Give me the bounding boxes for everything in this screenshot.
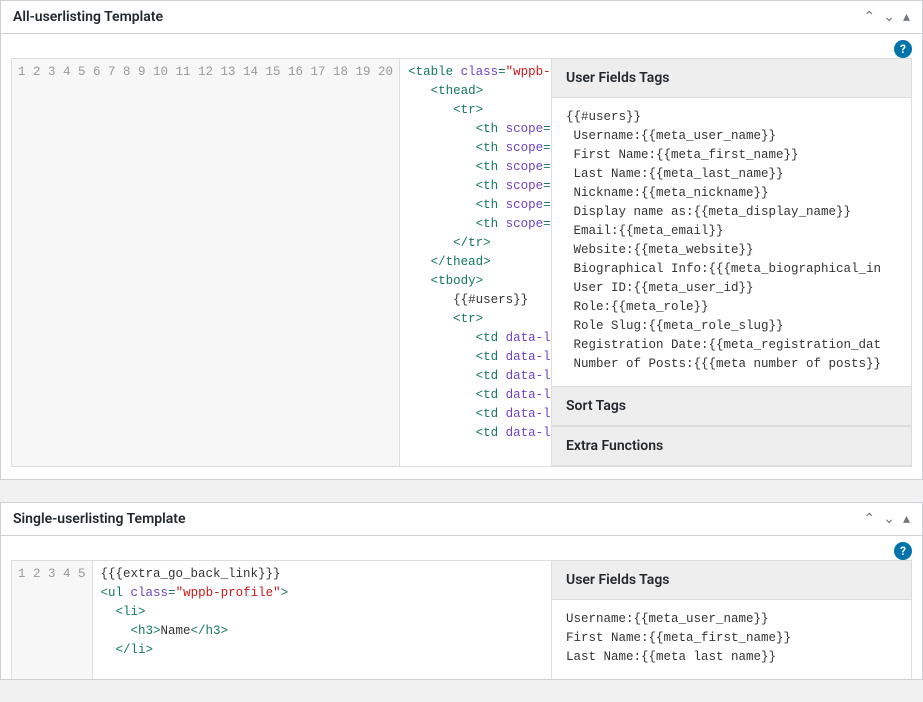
panel-title: Single-userlisting Template [13,511,186,527]
code-editor[interactable]: 1 2 3 4 5 {{{extra_go_back_link}}} <ul c… [11,560,552,679]
help-icon[interactable]: ? [894,40,912,58]
all-userlisting-panel: All-userlisting Template ⌃ ⌄ ▴ ? 1 2 3 4… [0,0,923,480]
help-row: ? [1,536,922,560]
sidebar-section-extra-functions[interactable]: Extra Functions [552,426,911,466]
move-up-icon[interactable]: ⌃ [864,511,876,527]
code-editor[interactable]: 1 2 3 4 5 6 7 8 9 10 11 12 13 14 15 16 1… [11,58,552,467]
sidebar-section-sort-tags[interactable]: Sort Tags [552,386,911,426]
sidebar-user-fields-body: Username:{{meta_user_name}} First Name:{… [552,600,911,679]
panel-controls: ⌃ ⌄ ▴ [864,9,911,25]
code-area[interactable]: <table class="wppb-table"> <thead> <tr> … [400,59,551,466]
panel-header: All-userlisting Template ⌃ ⌄ ▴ [1,1,922,34]
help-icon[interactable]: ? [894,542,912,560]
panel-title: All-userlisting Template [13,9,163,25]
panel-controls: ⌃ ⌄ ▴ [864,511,911,527]
move-down-icon[interactable]: ⌄ [883,511,895,527]
single-userlisting-panel: Single-userlisting Template ⌃ ⌄ ▴ ? 1 2 … [0,502,923,680]
move-up-icon[interactable]: ⌃ [864,9,876,25]
help-row: ? [1,34,922,58]
sidebar-section-user-fields[interactable]: User Fields Tags [552,561,911,600]
line-number-gutter: 1 2 3 4 5 [12,561,93,679]
sidebar-user-fields-body: {{#users}} Username:{{meta_user_name}} F… [552,98,911,386]
tags-sidebar: User Fields Tags {{#users}} Username:{{m… [552,58,912,467]
sidebar-section-user-fields[interactable]: User Fields Tags [552,59,911,98]
code-area[interactable]: {{{extra_go_back_link}}} <ul class="wppb… [93,561,551,679]
panel-body: 1 2 3 4 5 6 7 8 9 10 11 12 13 14 15 16 1… [1,58,922,479]
collapse-icon[interactable]: ▴ [903,511,910,527]
tags-sidebar: User Fields Tags Username:{{meta_user_na… [552,560,912,679]
collapse-icon[interactable]: ▴ [903,9,910,25]
line-number-gutter: 1 2 3 4 5 6 7 8 9 10 11 12 13 14 15 16 1… [12,59,400,466]
panel-header: Single-userlisting Template ⌃ ⌄ ▴ [1,503,922,536]
panel-body: 1 2 3 4 5 {{{extra_go_back_link}}} <ul c… [1,560,922,679]
move-down-icon[interactable]: ⌄ [883,9,895,25]
